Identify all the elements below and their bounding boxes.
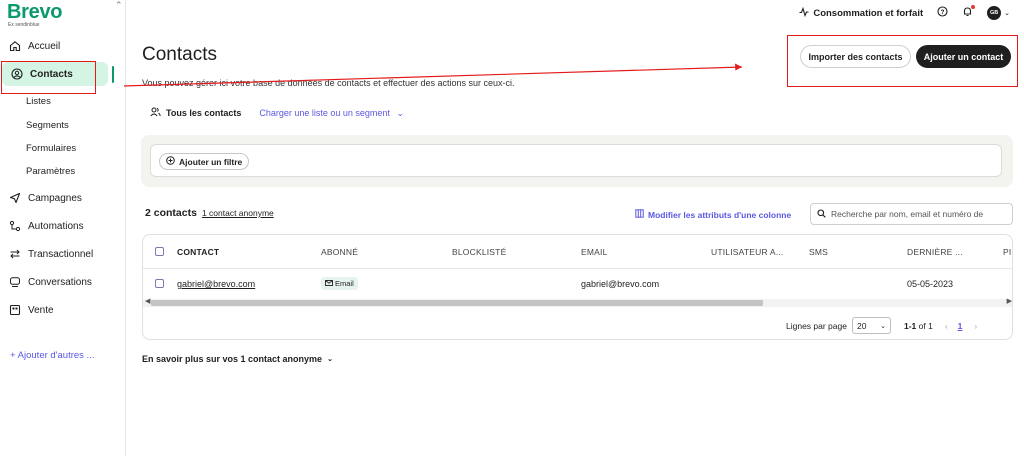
app: Brevo Ex sendinblue ⌃ Accueil Contacts L… (0, 0, 1024, 456)
annotation-arrow (123, 63, 743, 87)
